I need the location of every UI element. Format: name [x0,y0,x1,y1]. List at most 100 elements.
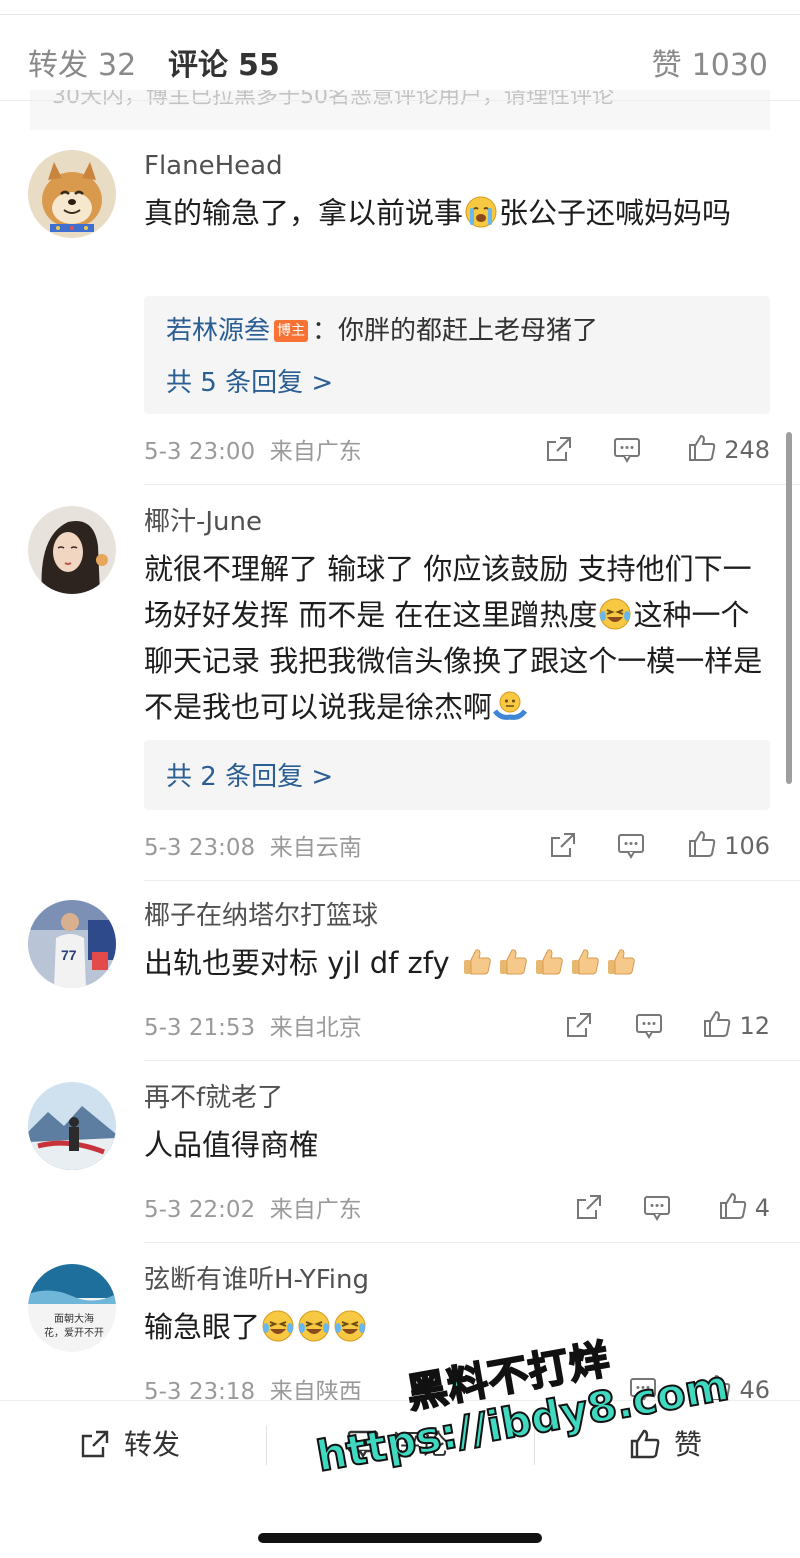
comment-text-part: 出轨也要对标 yjl df zfy [144,946,450,980]
like-button[interactable]: 106 [686,828,770,864]
comment-location: 来自云南 [269,835,362,861]
comment-divider [144,484,800,485]
comment-time-location: 5-3 23:00 来自广东 [144,432,362,466]
crying-face-emoji [465,196,497,228]
share-icon[interactable] [544,434,574,464]
thumbs-up-icon [689,434,716,461]
avatar[interactable] [28,506,116,594]
comment-meta: 5-3 23:00 来自广东 248 [144,432,770,468]
avatar[interactable]: 面朝大海 花，爱开不开 [28,1264,116,1352]
tab-like-label: 赞 [651,48,682,83]
more-replies-link[interactable]: 共 5 条回复 > [166,362,333,399]
tab-repost-count: 32 [98,48,137,83]
comment-text: 人品值得商榷 [144,1122,770,1168]
like-button[interactable]: 12 [701,1008,770,1044]
comment-body: 椰子在纳塔尔打篮球 出轨也要对标 yjl df zfy [144,900,770,986]
laughing-crying-emoji [262,1310,294,1342]
tab-comment-count: 55 [238,48,280,83]
tab-bar: 转发 32 评论 55 赞 1030 [0,20,800,90]
tab-like-count: 1030 [691,48,768,83]
comment-text: 真的输急了，拿以前说事 张公子还喊妈妈吗 [144,190,770,236]
avatar[interactable] [28,1082,116,1170]
more-replies-link[interactable]: 共 2 条回复 > [166,756,333,793]
comment-location: 来自广东 [269,439,362,465]
reply-icon[interactable] [642,1192,672,1222]
top-divider [0,14,800,15]
comment-username[interactable]: FlaneHead [144,150,770,182]
thumbs-up-emoji [535,949,563,975]
comment-body: 椰汁-June 就很不理解了 输球了 你应该鼓励 支持他们下一场好好发挥 而不是… [144,506,770,730]
avatar[interactable] [28,150,116,238]
reply-text: ：你胖的都赶上老母猪了 [312,316,599,346]
repost-button[interactable]: 转发 [78,1423,180,1463]
like-count: 248 [724,436,770,464]
avatar-caption: 花，爱开不开 [44,1326,104,1339]
thumbs-up-icon [719,1192,746,1219]
comment-time: 5-3 23:08 [144,835,256,861]
share-icon [81,1430,109,1458]
comment-location: 来自广东 [269,1197,362,1223]
tab-repost[interactable]: 转发 32 [28,40,136,84]
comment-time-location: 5-3 22:02 来自广东 [144,1190,362,1224]
bottom-divider [266,1425,267,1465]
like-count: 4 [754,1194,770,1222]
svg-text:77: 77 [61,947,77,963]
scrollbar[interactable] [786,432,792,784]
home-indicator[interactable] [258,1533,542,1543]
comment-text: 出轨也要对标 yjl df zfy [144,940,770,986]
comment-meta: 5-3 22:02 来自广东 4 [144,1190,770,1226]
comment-text-part: 输急眼了 [144,1310,261,1344]
tab-comment-label: 评论 [168,48,228,83]
comment-body: FlaneHead 真的输急了，拿以前说事 张公子还喊妈妈吗 [144,150,770,236]
laughing-crying-emoji [298,1310,330,1342]
comment-username[interactable]: 再不f就老了 [144,1082,770,1114]
comment-divider [144,1242,800,1243]
share-icon[interactable] [548,830,578,860]
shrug-emoji [493,691,528,720]
comment-time: 5-3 21:53 [144,1015,256,1041]
laughing-crying-emoji [334,1310,366,1342]
like-button[interactable]: 4 [717,1190,770,1226]
reply-box[interactable]: 若林源叁 博主 ：你胖的都赶上老母猪了 共 5 条回复 > [144,296,770,414]
tab-repost-label: 转发 [28,48,88,83]
laughing-crying-emoji [599,598,631,630]
reply-preview: 若林源叁 博主 ：你胖的都赶上老母猪了 [166,310,598,347]
avatar[interactable]: 77 [28,900,116,988]
comment-time: 5-3 23:00 [144,439,256,465]
comment-location: 来自北京 [269,1015,362,1041]
tab-comment[interactable]: 评论 55 [168,40,280,84]
tabs-divider [0,100,800,101]
comment-time-location: 5-3 23:08 来自云南 [144,828,362,862]
comment-username[interactable]: 椰汁-June [144,506,770,538]
comment-username[interactable]: 椰子在纳塔尔打篮球 [144,900,770,932]
share-icon[interactable] [574,1192,604,1222]
thumbs-up-emoji [607,949,635,975]
thumbs-up-icon [704,1010,731,1037]
comment-text-part: 张公子还喊妈妈吗 [499,196,732,230]
comment-username[interactable]: 弦断有谁听H-YFing [144,1264,770,1296]
avatar-caption: 面朝大海 [54,1312,94,1325]
comment-text-part: 真的输急了，拿以前说事 [144,196,464,230]
like-count: 12 [739,1012,770,1040]
comment-divider [144,880,800,881]
comment-time: 5-3 22:02 [144,1197,256,1223]
thumbs-up-emoji [499,949,527,975]
comment-body: 再不f就老了 人品值得商榷 [144,1082,770,1168]
thumbs-up-emoji [571,949,599,975]
comment-text: 就很不理解了 输球了 你应该鼓励 支持他们下一场好好发挥 而不是 在在这里蹭热度… [144,546,770,730]
comment-time-location: 5-3 21:53 来自北京 [144,1008,362,1042]
reply-username[interactable]: 若林源叁 [166,316,270,346]
repost-label: 转发 [124,1428,181,1461]
comment-text-part: 人品值得商榷 [144,1128,319,1162]
reply-icon[interactable] [616,830,646,860]
like-button[interactable]: 248 [686,432,770,468]
thumbs-up-icon [689,830,716,857]
reply-icon[interactable] [634,1010,664,1040]
comment-divider [144,1060,800,1061]
reply-box[interactable]: 共 2 条回复 > [144,740,770,810]
reply-icon[interactable] [612,434,642,464]
like-count: 106 [724,832,770,860]
share-icon[interactable] [564,1010,594,1040]
tab-like[interactable]: 赞 1030 [652,40,768,84]
author-badge: 博主 [274,320,309,342]
